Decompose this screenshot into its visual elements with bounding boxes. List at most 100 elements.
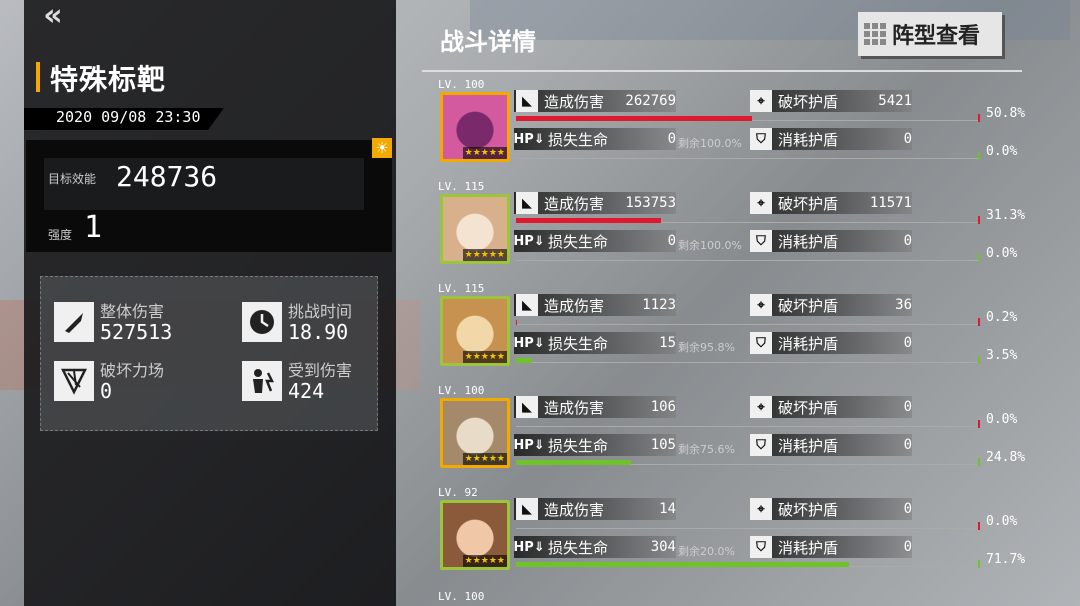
grid-icon [864,23,886,45]
damage-row: ◣ 造成伤害 106 [516,395,676,419]
stat-value: 424 [288,379,325,403]
shield-use-value: 0 [903,335,912,351]
unit-portrait[interactable]: ★★★★★ [440,398,510,468]
shield-use-row: ⛉ 消耗护盾 0 [750,331,912,355]
title-accent [36,62,40,92]
shield-use-label: 消耗护盾 [778,436,839,455]
stat-label: 挑战时间 [288,302,353,321]
shield-break-label: 破坏护盾 [778,398,839,417]
stat-value: 527513 [100,320,173,344]
unit-level: LV. 100 [438,78,485,91]
unit-portrait[interactable]: ★★★★★ [440,500,510,570]
shield-break-label: 破坏护盾 [778,500,839,519]
shield-use-row: ⛉ 消耗护盾 0 [750,535,912,559]
clock-icon [242,302,282,342]
shield-use-value: 0 [903,233,912,249]
hp-lost-row: HP⇓ 损失生命 105 [513,433,676,457]
hp-bar-fill [516,358,532,363]
divider [422,70,1022,72]
hp-tick [978,356,980,364]
damage-percent: 0.2% [986,310,1018,325]
damage-bar-fill [516,116,752,121]
unit-portrait[interactable]: ★★★★★ [440,194,510,264]
shield-break-value: 5421 [878,93,912,109]
stat-label: 整体伤害 [100,302,165,321]
stat-total-damage: 整体伤害 527513 [54,302,172,343]
strength-value: 1 [84,210,103,245]
stat-damage-taken: 受到伤害 424 [242,361,352,402]
damage-value: 14 [659,501,676,517]
stat-challenge-time: 挑战时间 18.90 [242,302,352,343]
bullet-icon: ◣ [516,294,538,316]
hp-lost-row: HP⇓ 损失生命 0 [513,229,676,253]
shield-use-icon: ⛉ [750,332,772,354]
broken-shield-icon [54,361,94,401]
shield-break-value: 0 [903,399,912,415]
shield-break-icon: ⌖ [750,498,772,520]
shield-break-value: 0 [903,501,912,517]
bullet-icon: ◣ [516,90,538,112]
shield-use-label: 消耗护盾 [778,334,839,353]
shield-break-value: 11571 [869,195,912,211]
sun-icon[interactable]: ☀ [372,138,392,158]
bullet-icon: ◣ [516,396,538,418]
hp-bar-fill [516,460,631,465]
unit-row[interactable]: LV. 115 ★★★★★ ◣ 造成伤害 1123 ⌖ 破坏护盾 36 0.2% [420,282,1060,384]
shield-use-value: 0 [903,437,912,453]
shield-break-row: ⌖ 破坏护盾 0 [750,395,912,419]
hp-percent: 3.5% [986,348,1018,363]
back-button[interactable]: « [28,0,68,33]
damage-row: ◣ 造成伤害 14 [516,497,676,521]
hp-tick [978,560,980,568]
hp-percent: 24.8% [986,450,1026,465]
shield-break-icon: ⌖ [750,90,772,112]
hp-remaining: 剩余100.0% [678,137,742,150]
hp-bar-track [516,260,980,261]
damage-label: 造成伤害 [544,500,605,519]
shield-use-label: 消耗护盾 [778,130,839,149]
shield-break-label: 破坏护盾 [778,194,839,213]
shield-use-icon: ⛉ [750,536,772,558]
unit-level: LV. 92 [438,486,478,499]
battle-details-title: 战斗详情 [440,28,536,56]
rarity-stars-icon: ★★★★★ [462,147,507,159]
stat-force-field: 破坏力场 0 [54,361,164,402]
unit-level: LV. 115 [438,180,485,193]
rarity-stars-icon: ★★★★★ [462,555,507,567]
hp-bar-track [516,158,980,159]
battle-date: 2020 09/08 23:30 [56,108,201,126]
damage-value: 262769 [625,93,676,109]
hp-lost-value: 105 [650,437,676,453]
unit-row[interactable]: LV. 92 ★★★★★ ◣ 造成伤害 14 ⌖ 破坏护盾 0 0.0% HP⇓… [420,486,1060,588]
unit-row[interactable]: LV. 100 ★★★★★ ◣ 造成伤害 262769 ⌖ 破坏护盾 5421 … [420,78,1060,180]
shield-break-label: 破坏护盾 [778,92,839,111]
bullet-icon: ◣ [516,192,538,214]
hp-remaining: 剩余95.8% [678,341,735,354]
unit-portrait[interactable]: ★★★★★ [440,296,510,366]
rarity-stars-icon: ★★★★★ [462,351,507,363]
damage-row: ◣ 造成伤害 153753 [516,191,676,215]
hp-percent: 71.7% [986,552,1026,567]
unit-row[interactable]: LV. 100 ★★★★★ ◣ 造成伤害 106 ⌖ 破坏护盾 0 0.0% H… [420,384,1060,486]
shield-break-row: ⌖ 破坏护盾 5421 [750,89,912,113]
shield-break-row: ⌖ 破坏护盾 11571 [750,191,912,215]
damage-label: 造成伤害 [544,92,605,111]
damage-row: ◣ 造成伤害 1123 [516,293,676,317]
hp-tick [978,152,980,160]
unit-portrait[interactable]: ★★★★★ [440,92,510,162]
hp-down-icon: HP⇓ [513,335,545,351]
shield-use-icon: ⛉ [750,230,772,252]
damage-percent: 0.0% [986,514,1018,529]
damage-label: 造成伤害 [544,398,605,417]
bullet-icon: ◣ [516,498,538,520]
shield-use-value: 0 [903,131,912,147]
damage-value: 1123 [642,297,676,313]
damage-label: 造成伤害 [544,296,605,315]
damage-percent: 31.3% [986,208,1026,223]
view-formation-button[interactable]: 阵型查看 [858,12,1002,56]
hp-down-icon: HP⇓ [513,437,545,453]
damage-row: ◣ 造成伤害 262769 [516,89,676,113]
unit-row[interactable]: LV. 115 ★★★★★ ◣ 造成伤害 153753 ⌖ 破坏护盾 11571… [420,180,1060,282]
hp-lost-label: 损失生命 [548,538,609,557]
unit-level: LV. 115 [438,282,485,295]
